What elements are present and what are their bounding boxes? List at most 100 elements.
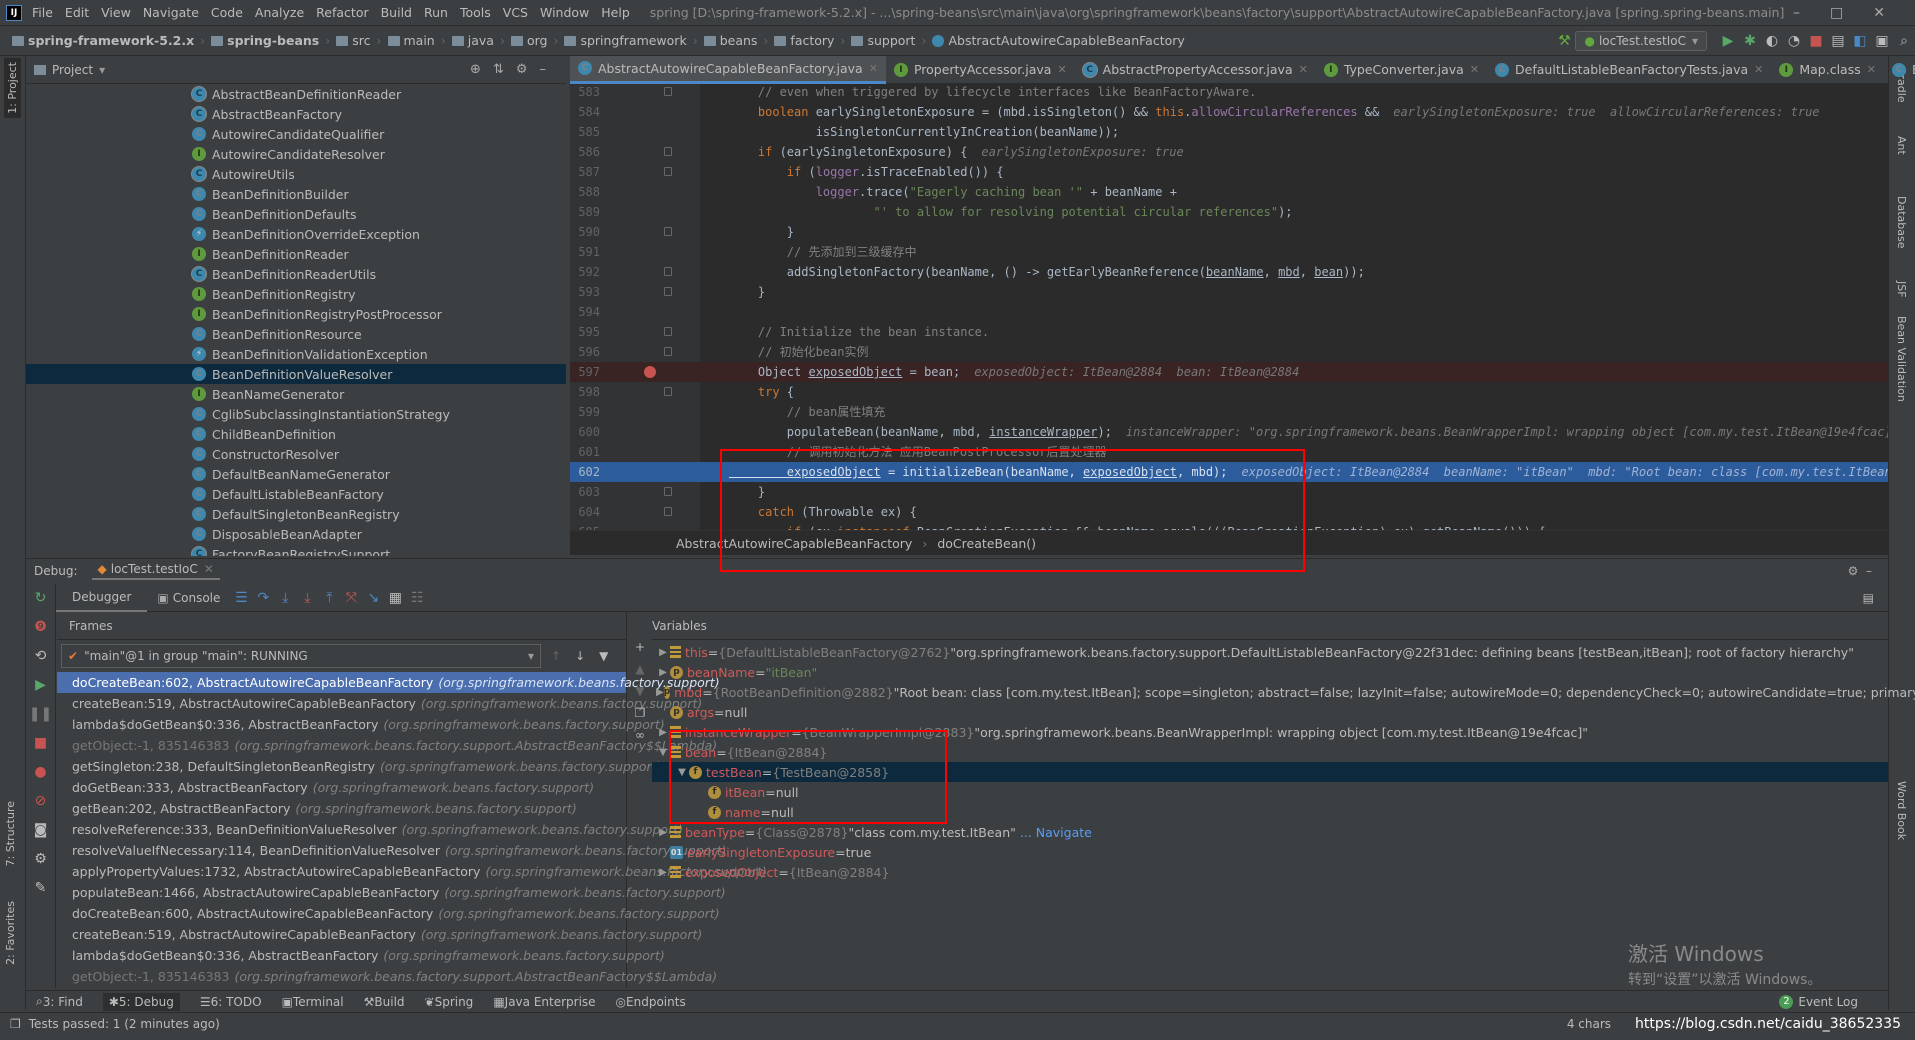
line-number[interactable]: 589: [570, 202, 600, 222]
project-tree-item[interactable]: C DefaultSingletonBeanRegistry: [26, 504, 566, 524]
breadcrumb-class[interactable]: AbstractAutowireCapableBeanFactory: [676, 536, 912, 551]
stack-frame[interactable]: doCreateBean:600, AbstractAutowireCapabl…: [57, 903, 720, 924]
menu-file[interactable]: File: [32, 5, 53, 20]
event-log-button[interactable]: 2 Event Log: [1779, 994, 1858, 1009]
project-tree-item[interactable]: C BeanDefinitionValueResolver: [26, 364, 566, 384]
step-into-icon[interactable]: ⤓: [274, 590, 296, 606]
project-tree-item[interactable]: C BeanDefinitionResource: [26, 324, 566, 344]
window-controls[interactable]: –□✕: [1793, 5, 1915, 21]
step-over-icon[interactable]: ↷: [252, 590, 274, 606]
project-tree-item[interactable]: C BeanDefinitionBuilder: [26, 184, 566, 204]
nav-crumb[interactable]: src ›: [336, 33, 382, 48]
fold-marker-icon[interactable]: [664, 487, 672, 496]
close-icon[interactable]: ✕: [204, 562, 214, 576]
coverage-icon[interactable]: ◐: [1761, 33, 1783, 49]
line-number[interactable]: 585: [570, 122, 600, 142]
collapsed-arrow-icon[interactable]: ▶: [656, 727, 670, 738]
fold-marker-icon[interactable]: [664, 87, 672, 96]
line-number[interactable]: 602: [570, 462, 600, 482]
project-tree-item[interactable]: C BeanDefinitionDefaults: [26, 204, 566, 224]
close-tab-icon[interactable]: ✕: [869, 62, 878, 75]
profile-icon[interactable]: ◔: [1783, 33, 1805, 49]
editor-tab[interactable]: CB: [1884, 56, 1915, 84]
menu-code[interactable]: Code: [211, 5, 243, 20]
move-up-icon[interactable]: ▲: [628, 662, 652, 684]
drop-frame-icon[interactable]: ⤧: [340, 590, 362, 606]
editor-tab[interactable]: C DefaultListableBeanFactoryTests.java ✕: [1487, 56, 1771, 84]
settings-icon[interactable]: ⚙: [26, 845, 55, 874]
menu-navigate[interactable]: Navigate: [143, 5, 199, 20]
editor-tab[interactable]: I PropertyAccessor.java ✕: [886, 56, 1075, 84]
menu-window[interactable]: Window: [540, 5, 589, 20]
tab-console[interactable]: ▣ Console: [147, 591, 230, 605]
move-down-icon[interactable]: ▼: [628, 684, 652, 706]
project-tree-item[interactable]: I BeanDefinitionReader: [26, 244, 566, 264]
debug-icon[interactable]: ✱: [1739, 33, 1761, 49]
menu-build[interactable]: Build: [381, 5, 412, 20]
nav-crumb[interactable]: factory ›: [774, 33, 845, 48]
line-number[interactable]: 596: [570, 342, 600, 362]
editor-tab[interactable]: C AbstractAutowireCapableBeanFactory.java…: [570, 55, 886, 84]
menu-tools[interactable]: Tools: [460, 5, 491, 20]
close-tab-icon[interactable]: ✕: [1867, 63, 1876, 76]
project-tree-item[interactable]: C AutowireCandidateQualifier: [26, 124, 566, 144]
nav-crumb[interactable]: support ›: [851, 33, 926, 48]
line-number[interactable]: 595: [570, 322, 600, 342]
stack-frame[interactable]: lambda$doGetBean$0:336, AbstractBeanFact…: [57, 945, 665, 966]
nav-crumb[interactable]: spring-beans ›: [211, 33, 330, 48]
pin-icon[interactable]: ✎: [26, 874, 55, 903]
project-tree-item[interactable]: I BeanNameGenerator: [26, 384, 566, 404]
variable-row[interactable]: ▶ exposedObject = {ItBean@2884}: [652, 862, 1888, 882]
menu-vcs[interactable]: VCS: [503, 5, 528, 20]
close-tab-icon[interactable]: ✕: [1754, 63, 1763, 76]
breakpoint-icon[interactable]: [644, 366, 656, 378]
run-to-cursor-icon[interactable]: ↘: [362, 590, 384, 606]
nav-crumb[interactable]: spring-framework-5.2.x ›: [12, 33, 205, 48]
thread-select[interactable]: ✔ "main"@1 in group "main": RUNNING ▾: [61, 644, 541, 668]
variable-row[interactable]: ▶ this = {DefaultListableBeanFactory@2762…: [652, 642, 1888, 662]
fold-marker-icon[interactable]: [664, 347, 672, 356]
force-step-into-icon[interactable]: ⤓: [296, 590, 318, 606]
stack-frame[interactable]: getBean:202, AbstractBeanFactory (org.spr…: [57, 798, 626, 819]
line-number[interactable]: 599: [570, 402, 600, 422]
close-tab-icon[interactable]: ✕: [1057, 63, 1066, 76]
line-number[interactable]: 588: [570, 182, 600, 202]
editor-tab[interactable]: I Map.class ✕: [1771, 56, 1884, 84]
stop-icon[interactable]: ■: [26, 729, 55, 758]
collapsed-arrow-icon[interactable]: ▶: [656, 687, 664, 698]
menu-refactor[interactable]: Refactor: [316, 5, 368, 20]
tool-window-todo[interactable]: ☰ 6: TODO: [200, 995, 262, 1009]
menu-analyze[interactable]: Analyze: [255, 5, 304, 20]
line-number[interactable]: 600: [570, 422, 600, 442]
stack-frame[interactable]: createBean:519, AbstractAutowireCapableB…: [57, 693, 702, 714]
project-tree-item[interactable]: C AutowireUtils: [26, 164, 566, 184]
tool-window-build[interactable]: ⚒ Build: [364, 995, 405, 1009]
project-tree-item[interactable]: I AutowireCandidateResolver: [26, 144, 566, 164]
fold-marker-icon[interactable]: [664, 507, 672, 516]
project-tree-item[interactable]: C AbstractBeanDefinitionReader: [26, 84, 566, 104]
nav-crumb[interactable]: org ›: [510, 33, 558, 48]
trace-icon[interactable]: ☷: [406, 590, 428, 606]
stack-frame[interactable]: createBean:519, AbstractAutowireCapableB…: [57, 924, 702, 945]
fold-marker-icon[interactable]: [664, 387, 672, 396]
tool-window-javaenterprise[interactable]: ▦ Java Enterprise: [493, 995, 595, 1009]
structure-tool-tab[interactable]: 7: Structure: [4, 801, 17, 866]
variable-row[interactable]: ▶ instanceWrapper = {BeanWrapperImpl@2883…: [652, 722, 1888, 742]
collapsed-arrow-icon[interactable]: ▶: [656, 827, 670, 838]
nav-crumb[interactable]: beans ›: [703, 33, 768, 48]
stack-frame[interactable]: doCreateBean:602, AbstractAutowireCapabl…: [57, 672, 720, 693]
layout-settings-icon[interactable]: ▤: [1863, 591, 1874, 605]
frame-down-icon[interactable]: ↓: [575, 649, 585, 663]
menu-view[interactable]: View: [101, 5, 131, 20]
line-number[interactable]: 594: [570, 302, 600, 322]
fold-marker-icon[interactable]: [664, 287, 672, 296]
project-tree-item[interactable]: I BeanDefinitionRegistry: [26, 284, 566, 304]
project-tree-item[interactable]: C DefaultListableBeanFactory: [26, 484, 566, 504]
variable-row[interactable]: p args = null: [652, 702, 1888, 722]
project-tree-item[interactable]: ⚡ BeanDefinitionOverrideException: [26, 224, 566, 244]
nav-crumb[interactable]: springframework ›: [564, 33, 698, 48]
editor-tab[interactable]: C AbstractPropertyAccessor.java ✕: [1075, 56, 1316, 84]
line-number[interactable]: 605: [570, 522, 600, 530]
rerun-icon[interactable]: ↻: [26, 584, 55, 613]
line-number[interactable]: 597: [570, 362, 600, 382]
